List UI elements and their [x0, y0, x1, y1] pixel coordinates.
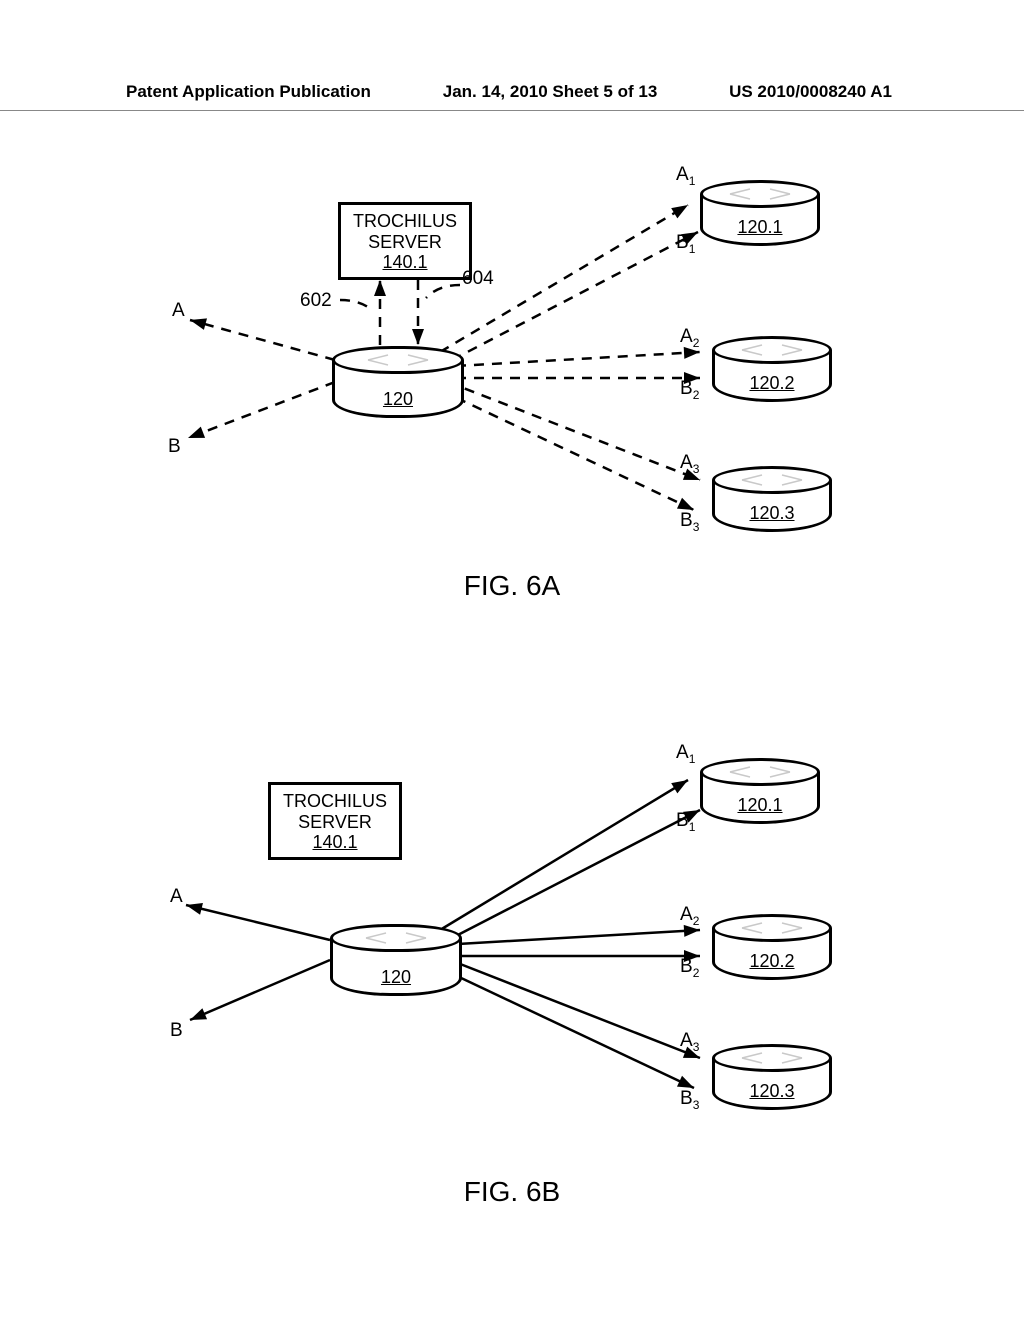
router-icon [363, 352, 433, 368]
server-ref-6b: 140.1 [283, 832, 387, 853]
server-line2-6b: SERVER [283, 812, 387, 833]
trochilus-server-box-6a: TROCHILUS SERVER 140.1 [338, 202, 472, 280]
label-602: 602 [300, 290, 332, 312]
router-120-2-label: 120.2 [712, 373, 832, 394]
router-120-2-6b: 120.2 [712, 914, 832, 980]
label-A-6a: A [172, 300, 185, 322]
router-120-6a: 120 [332, 346, 464, 418]
label-A2-6a: A2 [680, 326, 699, 350]
fig6b-arrows-overlay [0, 710, 1024, 1180]
label-604: 604 [462, 268, 494, 290]
fig6a-arrows-overlay [0, 150, 1024, 590]
label-A1-6b: A1 [676, 742, 695, 766]
figure-6a: TROCHILUS SERVER 140.1 120 120.1 120.2 [0, 150, 1024, 590]
header-left: Patent Application Publication [126, 82, 371, 102]
trochilus-server-box-6b: TROCHILUS SERVER 140.1 [268, 782, 402, 860]
label-A2-6b: A2 [680, 904, 699, 928]
router-120-1-6a: 120.1 [700, 180, 820, 246]
caption-fig-6a: FIG. 6A [464, 570, 560, 602]
header-center: Jan. 14, 2010 Sheet 5 of 13 [443, 82, 658, 102]
router-120-6b: 120 [330, 924, 462, 996]
label-B2-6b: B2 [680, 956, 699, 980]
server-ref: 140.1 [353, 252, 457, 273]
router-120-3-6b: 120.3 [712, 1044, 832, 1110]
label-A1-6a: A1 [676, 164, 695, 188]
router-120-1-6b: 120.1 [700, 758, 820, 824]
label-B3-6b: B3 [680, 1088, 699, 1112]
label-B-6b: B [170, 1020, 183, 1042]
label-A-6b: A [170, 886, 183, 908]
router-120-2-label-6b: 120.2 [712, 951, 832, 972]
server-line2: SERVER [353, 232, 457, 253]
router-120-1-label: 120.1 [700, 217, 820, 238]
router-120-3-label-6b: 120.3 [712, 1081, 832, 1102]
router-120-1-label-6b: 120.1 [700, 795, 820, 816]
server-line1-6b: TROCHILUS [283, 791, 387, 812]
label-A3-6a: A3 [680, 452, 699, 476]
label-A3-6b: A3 [680, 1030, 699, 1054]
router-120-2-6a: 120.2 [712, 336, 832, 402]
label-B3-6a: B3 [680, 510, 699, 534]
label-B1-6a: B1 [676, 232, 695, 256]
page-header: Patent Application Publication Jan. 14, … [0, 82, 1024, 102]
router-120-3-label: 120.3 [712, 503, 832, 524]
server-line1: TROCHILUS [353, 211, 457, 232]
figure-6b: TROCHILUS SERVER 140.1 120 120.1 120.2 1… [0, 710, 1024, 1170]
label-B2-6a: B2 [680, 378, 699, 402]
header-divider [0, 110, 1024, 111]
router-120-label: 120 [332, 389, 464, 410]
router-120-label-6b: 120 [330, 967, 462, 988]
header-right: US 2010/0008240 A1 [729, 82, 892, 102]
router-120-3-6a: 120.3 [712, 466, 832, 532]
label-B1-6b: B1 [676, 810, 695, 834]
caption-fig-6b: FIG. 6B [464, 1176, 560, 1208]
label-B-6a: B [168, 436, 181, 458]
